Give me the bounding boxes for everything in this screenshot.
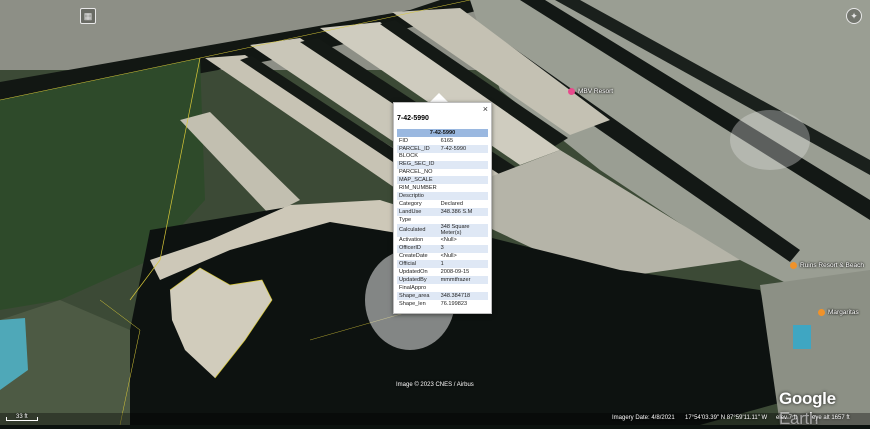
scale-label: 33 ft: [16, 414, 28, 420]
attribute-value: <Null>: [440, 253, 457, 260]
attribute-row: FinalAppro: [397, 284, 488, 292]
attribute-key: FID: [399, 137, 409, 144]
attribute-value: <Null>: [440, 237, 457, 244]
parcel-info-balloon: × 7-42-5990 7-42-5990 FID 6165 PARCEL_ID 7-…: [393, 102, 492, 314]
attribute-row: FID 6165: [397, 137, 488, 145]
attribute-key: Descriptio: [397, 192, 439, 201]
logo-google-text: Google: [779, 389, 836, 408]
attribute-row: BLOCK: [397, 153, 488, 161]
attribute-value: [438, 160, 488, 169]
place-label-margaritas[interactable]: Margaritas: [818, 309, 859, 316]
attribute-value: 2008-09-15: [440, 269, 470, 276]
attribute-value: 76.199823: [440, 300, 468, 307]
attribute-row: Activation <Null>: [397, 237, 488, 245]
attribute-value: [439, 284, 488, 292]
attribute-table-title: 7-42-5990: [397, 129, 488, 137]
attribute-row: MAP_SCALE: [397, 176, 488, 185]
attribute-row: Type: [397, 216, 488, 224]
attribute-key: UpdatedOn: [399, 269, 428, 276]
attribute-key: PARCEL_NO: [399, 169, 433, 176]
attribute-value: [439, 184, 488, 192]
place-pin-icon: [818, 309, 825, 316]
imagery-date: Imagery Date: 4/8/2021: [612, 415, 675, 421]
attribute-key: REG_SEC_ID: [397, 160, 439, 169]
elevation-readout: elev 7 ft: [776, 415, 798, 421]
attribute-value: 348 Square Meter(s): [438, 223, 488, 237]
attribute-key: OfficerID: [397, 244, 439, 253]
attribute-row: REG_SEC_ID: [397, 160, 488, 169]
attribute-value: mmmtfrazer: [438, 276, 488, 285]
attribute-key: Activation: [399, 237, 424, 244]
place-pin-icon: [568, 88, 575, 95]
attribute-value: [439, 153, 488, 161]
attribute-table: 7-42-5990 FID 6165 PARCEL_ID 7-42-5990 BLOCK…: [397, 129, 488, 308]
attribute-value: 348.384718: [438, 292, 488, 300]
attribute-key: Shape_len: [399, 300, 426, 307]
compass-icon[interactable]: ✦: [846, 8, 862, 24]
attribute-table-header: 7-42-5990: [397, 129, 488, 137]
attribute-value: [438, 176, 488, 185]
attribute-key: Type: [399, 216, 412, 223]
attribute-value: Declared: [440, 200, 463, 207]
layers-icon[interactable]: ▦: [80, 8, 96, 24]
attribute-row: UpdatedOn 2008-09-15: [397, 268, 488, 276]
place-label-text: Ruins Resort & Beach: [800, 262, 864, 269]
attribute-key: UpdatedBy: [397, 276, 439, 285]
balloon-pointer: [430, 93, 448, 102]
attribute-value: [438, 192, 488, 201]
attribute-row: Shape_area 348.384718: [397, 292, 488, 300]
attribute-row: RIM_NUMBER: [397, 184, 488, 192]
place-pin-icon: [790, 262, 797, 269]
attribute-row: Category Declared: [397, 200, 488, 208]
attribute-row: Descriptio: [397, 192, 488, 201]
attribute-row: PARCEL_NO: [397, 169, 488, 177]
attribute-key: RIM_NUMBER: [399, 185, 437, 192]
coordinates-readout: 17°54'03.39" N 87°59'11.11" W: [685, 415, 768, 421]
attribute-row: CreateDate <Null>: [397, 253, 488, 261]
attribute-row: OfficerID 3: [397, 244, 488, 253]
attribute-row: Official 1: [397, 260, 488, 269]
attribute-value: 348.386 S.M: [438, 208, 488, 216]
attribute-key: CreateDate: [399, 253, 428, 260]
attribute-row: UpdatedBy mmmtfrazer: [397, 276, 488, 285]
attribute-row: LandUse 348.386 S.M: [397, 208, 488, 216]
attribute-key: FinalAppro: [399, 284, 427, 291]
attribute-row: PARCEL_ID 7-42-5990: [397, 144, 488, 153]
place-label-text: MBV Resort: [578, 88, 614, 95]
attribute-key: PARCEL_ID: [397, 144, 439, 153]
eye-altitude-readout: eye alt 1657 ft: [812, 415, 850, 421]
place-label-ruins-resort[interactable]: Ruins Resort & Beach: [790, 262, 864, 269]
attribute-key: Shape_area: [397, 292, 439, 300]
attribute-value: 3: [438, 244, 488, 253]
place-label-text: Margaritas: [828, 309, 859, 316]
attribute-key: LandUse: [397, 208, 439, 216]
attribute-row: Calculated 348 Square Meter(s): [397, 223, 488, 237]
status-bar: 33 ft Imagery Date: 4/8/2021 17°54'03.39…: [0, 413, 870, 425]
attribute-key: MAP_SCALE: [397, 176, 439, 185]
attribute-key: Official: [397, 260, 439, 269]
balloon-title: 7-42-5990: [397, 115, 429, 122]
attribute-key: Category: [399, 200, 422, 207]
attribute-key: Calculated: [397, 223, 439, 237]
imagery-attribution: Image © 2023 CNES / Airbus: [396, 382, 474, 388]
close-icon[interactable]: ×: [483, 105, 488, 114]
attribute-value: 7-42-5990: [438, 144, 488, 153]
attribute-value: [439, 169, 488, 177]
attribute-value: 1: [438, 260, 488, 269]
attribute-value: 6165: [440, 137, 454, 144]
attribute-key: BLOCK: [399, 153, 418, 160]
place-label-mbv-resort[interactable]: MBV Resort: [568, 88, 613, 95]
attribute-row: Shape_len 76.199823: [397, 300, 488, 308]
attribute-value: [439, 216, 488, 224]
